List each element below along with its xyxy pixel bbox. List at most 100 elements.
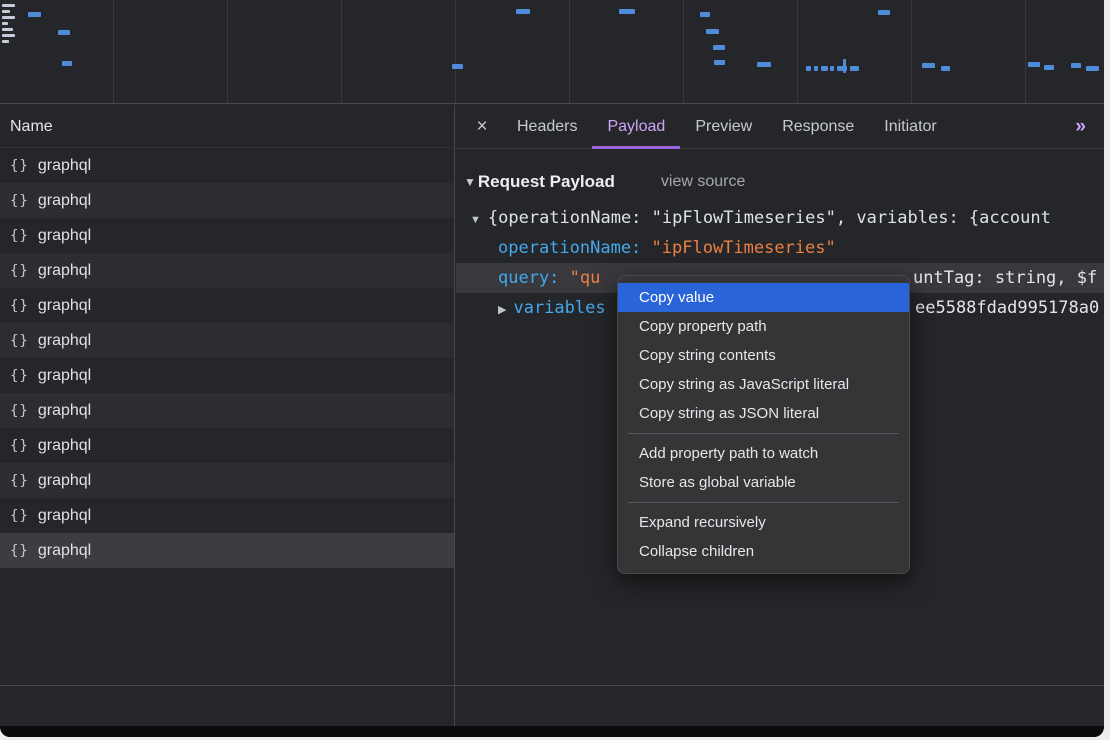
stacked-request-bar	[2, 4, 15, 7]
timeline-gridline	[113, 0, 114, 103]
request-timing-bar	[619, 9, 635, 14]
expander-right-icon[interactable]: ▶	[498, 304, 506, 316]
expander-down-icon[interactable]: ▼	[464, 175, 476, 189]
tab-preview[interactable]: Preview	[680, 105, 767, 149]
timeline-gridline	[455, 0, 456, 103]
network-request-row[interactable]: {}graphql	[0, 323, 454, 358]
payload-text: "ipFlowTimeseries"	[652, 238, 836, 258]
payload-tree-row[interactable]: operationName: "ipFlowTimeseries"	[456, 233, 1104, 263]
menu-separator	[628, 433, 899, 434]
request-timing-bar	[850, 66, 859, 71]
payload-text: "qu	[570, 268, 601, 288]
request-timing-bar	[62, 61, 72, 66]
tab-response[interactable]: Response	[767, 105, 869, 149]
menu-separator	[628, 502, 899, 503]
timeline-gridline	[569, 0, 570, 103]
tab-headers[interactable]: Headers	[502, 105, 592, 149]
json-braces-icon: {}	[10, 508, 29, 524]
request-name-label: graphql	[38, 227, 91, 245]
request-payload-title: Request Payload	[478, 172, 615, 192]
network-request-row[interactable]: {}graphql	[0, 358, 454, 393]
network-request-row[interactable]: {}graphql	[0, 463, 454, 498]
menu-item-collapse-children[interactable]: Collapse children	[618, 537, 909, 566]
network-overview-timeline[interactable]	[0, 0, 1104, 104]
tab-payload[interactable]: Payload	[592, 105, 680, 149]
menu-item-copy-string-as-json-literal[interactable]: Copy string as JSON literal	[618, 399, 909, 428]
timeline-gridline	[683, 0, 684, 103]
name-column-header[interactable]: Name	[0, 105, 454, 148]
request-name-label: graphql	[38, 157, 91, 175]
request-timing-bar	[1071, 63, 1081, 68]
payload-text: {operationName: "ipFlowTimeseries", vari…	[488, 208, 1051, 228]
request-timing-bar	[1044, 65, 1054, 70]
network-request-row[interactable]: {} graphql	[0, 393, 454, 428]
payload-tree-row[interactable]: ▼ {operationName: "ipFlowTimeseries", var…	[456, 203, 1104, 233]
request-name-label: graphql	[38, 542, 91, 560]
stacked-request-bar	[2, 34, 15, 37]
timeline-gridline	[797, 0, 798, 103]
network-request-row[interactable]: {}graphql	[0, 148, 454, 183]
stacked-request-bar	[2, 40, 9, 43]
network-request-row[interactable]: {} graphql	[0, 428, 454, 463]
network-panel-body: Name {} graphql {} graphql {} graphql {} graphq…	[0, 105, 1104, 737]
json-braces-icon: {}	[10, 193, 29, 209]
json-braces-icon: {}	[10, 438, 29, 454]
window-bottom-edge	[0, 726, 1104, 737]
network-request-row[interactable]: {} graphql	[0, 288, 454, 323]
menu-item-store-as-global-variable[interactable]: Store as global variable	[618, 468, 909, 497]
stacked-request-bar	[2, 10, 10, 13]
network-request-list: Name {} graphql {} graphql {} graphql {} graphq…	[0, 105, 455, 737]
context-menu: Copy valueCopy property pathCopy string …	[617, 275, 910, 574]
timeline-gridline	[341, 0, 342, 103]
payload-text: query:	[498, 268, 570, 288]
tab-initiator[interactable]: Initiator	[869, 105, 951, 149]
request-payload-header: ▼ Request Payload view source	[456, 167, 1104, 197]
request-timing-bar	[713, 45, 725, 50]
network-request-row[interactable]: {} graphql	[0, 533, 454, 568]
request-name-label: graphql	[38, 402, 91, 420]
view-source-link[interactable]: view source	[661, 173, 745, 191]
timeline-gridline	[227, 0, 228, 103]
request-timing-bar	[700, 12, 710, 17]
tabs: HeadersPayloadPreviewResponseInitiator	[502, 105, 952, 149]
network-request-row[interactable]: {} graphql	[0, 218, 454, 253]
json-braces-icon: {}	[10, 403, 29, 419]
request-name-label: graphql	[38, 297, 91, 315]
request-timing-bar	[1028, 62, 1040, 67]
json-braces-icon: {}	[10, 298, 29, 314]
network-request-row[interactable]: {}graphql	[0, 498, 454, 533]
request-timing-bar	[28, 12, 41, 17]
request-timing-bar	[922, 63, 935, 68]
network-request-row[interactable]: {}graphql	[0, 253, 454, 288]
footer-divider	[0, 685, 1104, 686]
request-timing-bar	[941, 66, 950, 71]
timeline-gridline	[1025, 0, 1026, 103]
payload-text: operationName:	[498, 238, 652, 258]
menu-item-copy-value[interactable]: Copy value	[618, 283, 909, 312]
close-icon[interactable]: ×	[462, 116, 502, 138]
request-name-label: graphql	[38, 332, 91, 350]
json-braces-icon: {}	[10, 543, 29, 559]
menu-item-expand-recursively[interactable]: Expand recursively	[618, 508, 909, 537]
menu-item-copy-property-path[interactable]: Copy property path	[618, 312, 909, 341]
menu-item-copy-string-as-javascript-literal[interactable]: Copy string as JavaScript literal	[618, 370, 909, 399]
menu-item-copy-string-contents[interactable]: Copy string contents	[618, 341, 909, 370]
request-name-label: graphql	[38, 192, 91, 210]
json-braces-icon: {}	[10, 228, 29, 244]
request-name-label: graphql	[38, 437, 91, 455]
payload-text-tail: untTag: string, $f	[913, 263, 1097, 293]
request-timing-bar	[843, 59, 846, 73]
menu-item-add-property-path-to-watch[interactable]: Add property path to watch	[618, 439, 909, 468]
expander-down-icon[interactable]: ▼	[470, 214, 481, 226]
payload-text-tail: ee5588fdad995178a0	[915, 293, 1099, 323]
json-braces-icon: {}	[10, 368, 29, 384]
request-timing-bar	[806, 66, 811, 71]
request-timing-bar	[516, 9, 530, 14]
network-request-row[interactable]: {} graphql	[0, 183, 454, 218]
more-tabs-icon[interactable]: »	[1075, 116, 1104, 138]
devtools-window: Name {} graphql {} graphql {} graphql {} graphq…	[0, 0, 1104, 737]
timeline-gridline	[911, 0, 912, 103]
request-timing-bar	[1086, 66, 1099, 71]
stacked-request-bar	[2, 22, 8, 25]
request-timing-bar	[714, 60, 725, 65]
